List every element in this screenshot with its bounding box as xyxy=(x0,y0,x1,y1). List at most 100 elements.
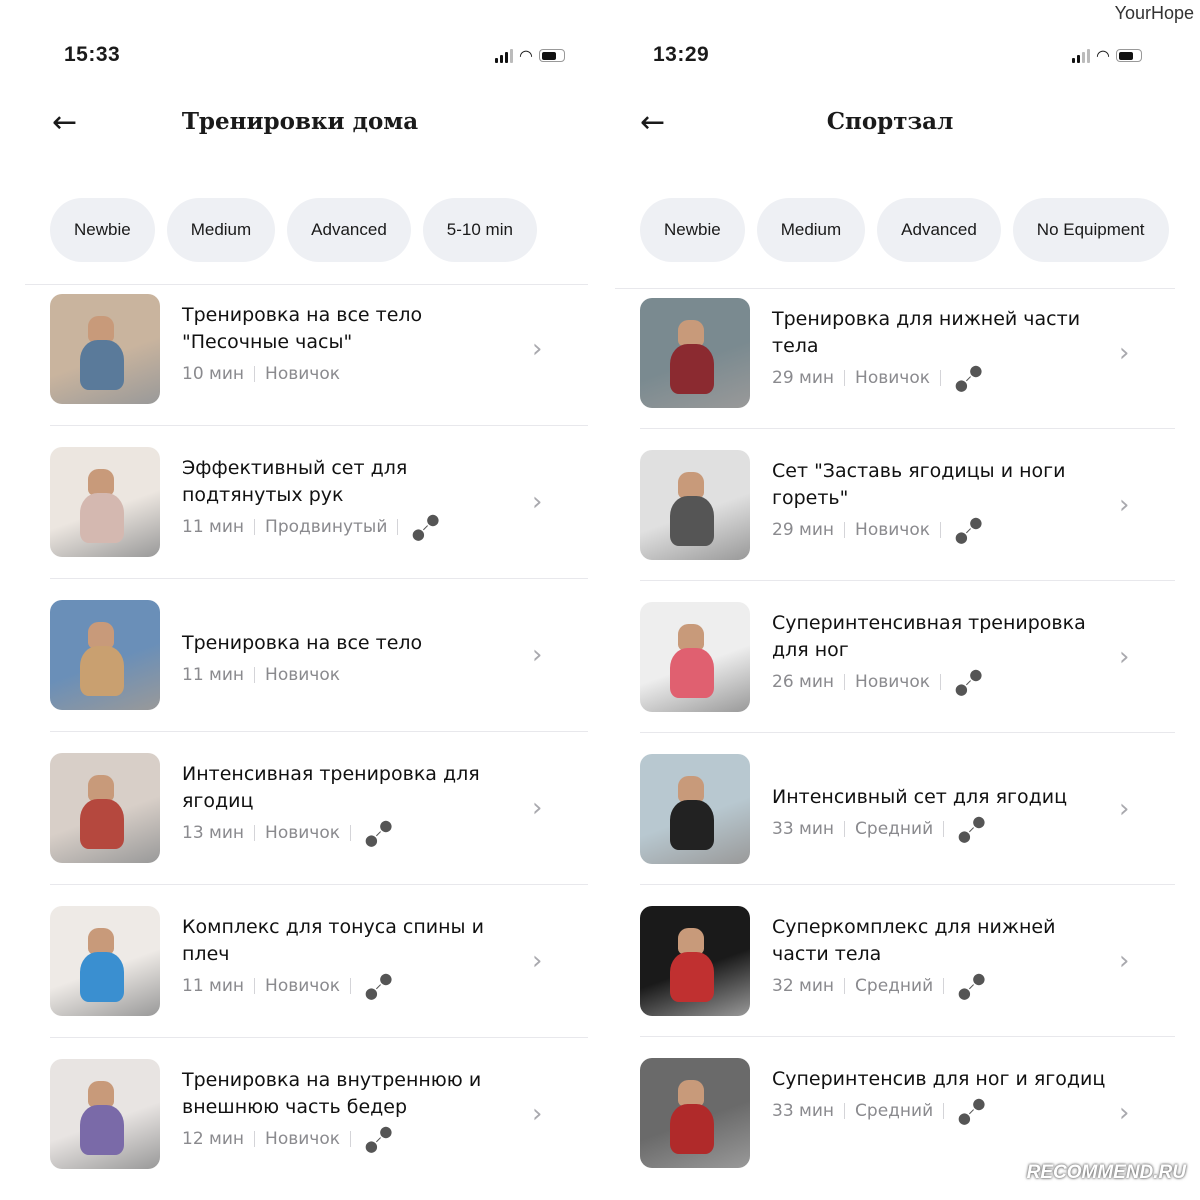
filter-chip[interactable]: Medium xyxy=(756,198,866,262)
workout-title: Тренировка на все тело "Песочные часы" xyxy=(182,304,423,353)
workout-title: Суперкомплекс для нижней части тела xyxy=(772,916,1056,965)
workout-duration: 10 мин xyxy=(182,364,245,384)
workout-title: Интенсивный сет для ягодиц xyxy=(772,786,1068,808)
workout-duration: 29 мин xyxy=(772,520,835,540)
workout-thumbnail xyxy=(640,450,750,560)
workout-title: Суперинтенсивная тренировка для ног xyxy=(772,612,1086,661)
status-time: 13:29 xyxy=(653,43,710,66)
chevron-right-icon: › xyxy=(532,640,543,670)
chevron-right-icon: › xyxy=(1119,338,1130,368)
separator xyxy=(844,1103,846,1119)
status-icons: ◠ xyxy=(495,46,565,65)
home-workouts-screen: 15:33 ◠ ← Тренировки дома Newbie Medium Adva… xyxy=(0,0,600,1200)
separator xyxy=(254,1131,256,1147)
workout-list-item[interactable]: Суперинтенсив для ног и ягодиц 33 мин Ср… xyxy=(640,1058,1175,1168)
workout-level: Новичок xyxy=(265,976,340,996)
workout-level: Новичок xyxy=(855,672,930,692)
chevron-right-icon: › xyxy=(1119,794,1130,824)
separator xyxy=(254,667,256,683)
workout-thumbnail xyxy=(50,447,160,557)
workout-list-item[interactable]: Суперинтенсивная тренировка для ног 26 м… xyxy=(640,602,1175,712)
workout-list-item[interactable]: Тренировка на внутреннюю и внешнюю часть… xyxy=(50,1059,588,1169)
workout-thumbnail xyxy=(50,906,160,1016)
separator xyxy=(844,522,846,538)
divider xyxy=(50,731,588,732)
filter-chip[interactable]: Newbie xyxy=(640,198,745,262)
workout-title: Тренировка для нижней части тела xyxy=(772,308,1081,357)
divider xyxy=(640,884,1175,885)
filter-chip[interactable]: No Equipment xyxy=(1012,198,1169,262)
workout-duration: 11 мин xyxy=(182,976,245,996)
separator xyxy=(940,674,941,690)
filter-chip[interactable]: Newbie xyxy=(50,198,155,262)
divider xyxy=(50,578,588,579)
workout-thumbnail xyxy=(640,1058,750,1168)
workout-level: Продвинутый xyxy=(265,517,388,537)
filter-chip[interactable]: Advanced xyxy=(287,198,411,262)
separator xyxy=(943,1103,945,1119)
chevron-right-icon: › xyxy=(1119,1098,1130,1128)
separator xyxy=(397,519,399,535)
workout-list-item[interactable]: Тренировка на все тело "Песочные часы" 1… xyxy=(50,294,588,404)
workout-list-item[interactable]: Интенсивная тренировка для ягодиц 13 мин… xyxy=(50,753,588,863)
workout-list-item[interactable]: Суперкомплекс для нижней части тела 32 м… xyxy=(640,906,1175,1016)
divider xyxy=(50,425,588,426)
dumbbell-icon: ●–● xyxy=(359,967,397,1005)
workout-duration: 11 мин xyxy=(182,517,245,537)
separator xyxy=(943,821,945,837)
workout-thumbnail xyxy=(50,294,160,404)
workout-duration: 33 мин xyxy=(772,1101,835,1121)
chevron-right-icon: › xyxy=(532,487,543,517)
workout-level: Новичок xyxy=(855,368,930,388)
workout-title: Комплекс для тонуса спины и плеч xyxy=(182,916,484,965)
chevron-right-icon: › xyxy=(532,946,543,976)
chevron-right-icon: › xyxy=(532,793,543,823)
battery-icon xyxy=(1116,49,1142,62)
workout-level: Новичок xyxy=(265,1129,340,1149)
wifi-icon: ◠ xyxy=(519,46,533,65)
workout-title: Тренировка на все тело xyxy=(182,632,423,654)
separator xyxy=(254,519,256,535)
workout-title: Эффективный сет для подтянутых рук xyxy=(182,457,408,506)
workout-list-item[interactable]: Интенсивный сет для ягодиц 33 мин Средни… xyxy=(640,754,1175,864)
separator xyxy=(940,370,941,386)
workout-list-item[interactable]: Тренировка на все тело 11 мин Новичок › xyxy=(50,600,588,710)
divider xyxy=(640,1036,1175,1037)
filter-chips: Newbie Medium Advanced No Equipment xyxy=(640,198,1169,262)
workout-thumbnail xyxy=(640,906,750,1016)
workout-duration: 11 мин xyxy=(182,665,245,685)
workout-list-item[interactable]: Комплекс для тонуса спины и плеч 11 мин … xyxy=(50,906,588,1016)
separator xyxy=(254,825,256,841)
workout-level: Средний xyxy=(855,819,934,839)
filter-chip[interactable]: Advanced xyxy=(877,198,1001,262)
workout-duration: 33 мин xyxy=(772,819,835,839)
workout-thumbnail xyxy=(50,753,160,863)
chevron-right-icon: › xyxy=(532,334,543,364)
workout-list-item[interactable]: Эффективный сет для подтянутых рук 11 ми… xyxy=(50,447,588,557)
workout-list-item[interactable]: Сет "Заставь ягодицы и ноги гореть" 29 м… xyxy=(640,450,1175,560)
separator xyxy=(350,1131,351,1147)
separator xyxy=(350,978,351,994)
workout-duration: 29 мин xyxy=(772,368,835,388)
dumbbell-icon: ●–● xyxy=(359,814,397,852)
dumbbell-icon: ●–● xyxy=(949,663,987,701)
filter-chip[interactable]: 5-10 min xyxy=(422,198,537,262)
workout-duration: 12 мин xyxy=(182,1129,245,1149)
filter-chip[interactable]: Medium xyxy=(166,198,276,262)
dumbbell-icon: ●–● xyxy=(359,1120,397,1158)
filter-chips: Newbie Medium Advanced 5-10 min xyxy=(50,198,537,262)
separator xyxy=(940,522,941,538)
separator xyxy=(844,978,846,994)
divider xyxy=(615,288,1175,289)
status-icons: ◠ xyxy=(1072,46,1142,65)
separator xyxy=(844,674,846,690)
workout-title: Тренировка на внутреннюю и внешнюю часть… xyxy=(182,1069,482,1118)
workout-list-item[interactable]: Тренировка для нижней части тела 29 мин … xyxy=(640,298,1175,408)
divider xyxy=(50,1037,588,1038)
signal-icon xyxy=(1072,48,1091,63)
workout-title: Интенсивная тренировка для ягодиц xyxy=(182,763,480,812)
divider xyxy=(640,580,1175,581)
divider xyxy=(640,428,1175,429)
workout-level: Новичок xyxy=(265,364,340,384)
dumbbell-icon: ●–● xyxy=(949,511,987,549)
